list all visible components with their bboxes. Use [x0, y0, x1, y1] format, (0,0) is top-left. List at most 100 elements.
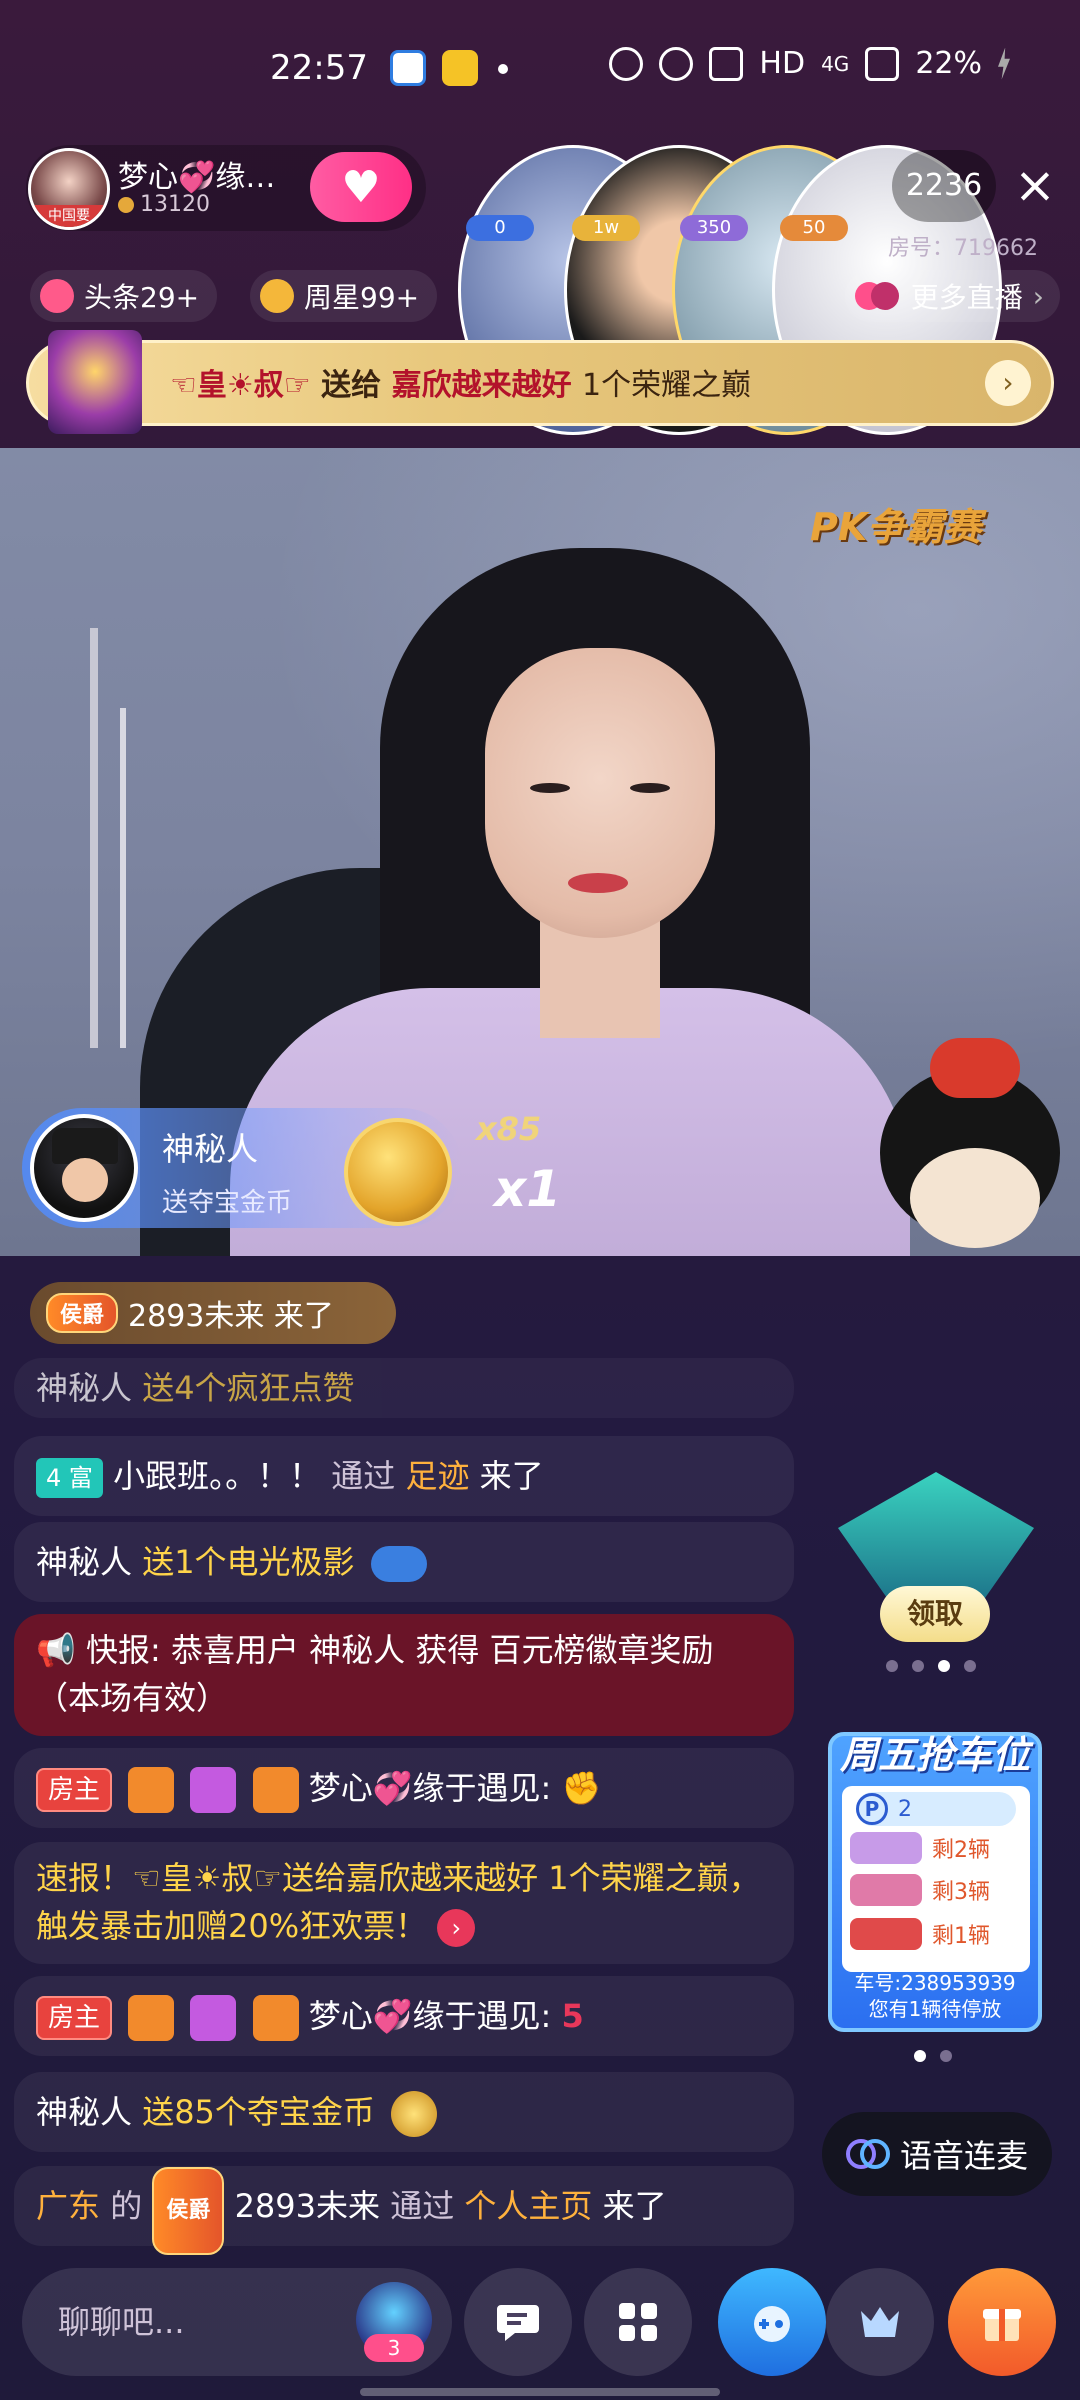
chat-tail: 来了 — [479, 1457, 544, 1495]
mute-icon — [609, 46, 644, 81]
card-pager — [914, 2050, 952, 2062]
fan-badge-count: 3 — [364, 2334, 424, 2362]
game-button[interactable] — [718, 2268, 826, 2376]
wealth-level-badge: 4 富 — [36, 1458, 103, 1498]
chat-via: 通过 — [390, 2187, 455, 2225]
chat-message[interactable]: 神秘人 送1个电光极影 — [14, 1522, 794, 1602]
car-row: 剩3辆 — [850, 1874, 990, 1906]
apps-grid-button[interactable] — [584, 2268, 692, 2376]
gift-sender-avatar[interactable] — [30, 1114, 138, 1222]
home-indicator[interactable] — [360, 2388, 720, 2396]
more-live-button[interactable]: 更多直播 › — [844, 270, 1060, 322]
express-news-message[interactable]: 速报！☜皇☀叔☞送给嘉欣越来越好 1个荣耀之巅，触发暴击加赠20%狂欢票！ › — [14, 1842, 794, 1964]
coin-icon — [118, 196, 134, 213]
bicycle-icon — [850, 1918, 922, 1950]
flash-news-message[interactable]: 📢 快报: 恭喜用户 神秘人 获得 百元榜徽章奖励（本场有效） — [14, 1614, 794, 1736]
app-notification-icon-2 — [442, 50, 478, 86]
streamer-eye — [630, 783, 670, 793]
network-label: HD — [759, 46, 806, 81]
viewer-avatar-3[interactable]: 350 — [672, 145, 902, 435]
host-coins: 13120 — [118, 192, 210, 217]
entry-notice: 侯爵 2893未来 来了 — [30, 1282, 396, 1344]
message-button[interactable] — [464, 2268, 572, 2376]
banner-gift: 1个荣耀之巅 — [582, 368, 752, 403]
pager-dot-active — [914, 2050, 926, 2062]
pager-dot — [940, 2050, 952, 2062]
host-avatar-tag: 中国要 — [31, 205, 107, 227]
car-waiting: 您有1辆待停放 — [868, 1997, 1002, 2021]
car-row: 剩2辆 — [850, 1832, 990, 1864]
viewer-badge: 0 — [466, 215, 534, 241]
guard-icon — [190, 1995, 237, 2041]
gift-button[interactable] — [948, 2268, 1056, 2376]
viewer-avatar-4[interactable]: 50 — [772, 145, 1002, 435]
chat-message[interactable]: 4 富 小跟班。。！！ 通过 足迹 来了 — [14, 1436, 794, 1516]
host-avatar[interactable]: 中国要 — [28, 148, 110, 230]
viewer-avatar-2[interactable]: 1w — [564, 145, 794, 435]
flame-icon — [40, 279, 74, 313]
host-name: 梦心💞缘… — [118, 160, 276, 195]
link-rings-icon — [845, 2139, 890, 2169]
app-notification-icon — [390, 50, 426, 86]
follow-heart-button[interactable]: ♥ — [310, 152, 412, 222]
chat-message[interactable]: 广东 的 侯爵 2893未来 通过 个人主页 来了 — [14, 2166, 794, 2255]
chat-message[interactable]: 房主 梦心💞缘于遇见: ✊ — [14, 1748, 794, 1828]
online-count[interactable]: 2236 — [892, 150, 996, 222]
chat-message[interactable]: 神秘人 送4个疯狂点赞 — [14, 1358, 794, 1418]
status-time: 22:57 — [270, 48, 368, 88]
stand — [120, 708, 126, 1048]
car-remaining: 剩2辆 — [932, 1838, 990, 1863]
gift-combo: x1 — [494, 1160, 562, 1218]
banner-text: ☜皇☀叔☞ 送给 嘉欣越来越好 1个荣耀之巅 — [170, 360, 751, 404]
pager-dot — [886, 1660, 898, 1672]
headline-label: 头条29+ — [84, 281, 200, 314]
chat-message[interactable]: 神秘人 送85个夺宝金币 — [14, 2072, 794, 2152]
car-remaining: 剩1辆 — [932, 1924, 990, 1949]
noble-button[interactable] — [826, 2268, 934, 2376]
parking-value: 2 — [898, 1796, 912, 1822]
voice-link-label: 语音连麦 — [899, 2137, 1028, 2175]
chat-user: 梦心💞缘于遇见: — [308, 1997, 552, 2035]
claim-button[interactable]: 领取 — [880, 1586, 990, 1642]
parking-icon: P — [856, 1793, 888, 1825]
lightning-gift-icon — [370, 1546, 427, 1582]
banner-arrow-button[interactable]: › — [985, 360, 1031, 406]
chat-text: 送4个疯狂点赞 — [142, 1369, 355, 1407]
streamer-eye — [530, 783, 570, 793]
medal-icon — [128, 1995, 175, 2041]
chat-user: 小跟班。。！！ — [113, 1457, 322, 1495]
chevron-right-icon: › — [1032, 279, 1044, 313]
marquis-badge: 侯爵 — [46, 1293, 119, 1333]
chat-user: 神秘人 — [36, 2093, 133, 2131]
close-icon[interactable]: × — [1010, 160, 1060, 210]
viewer-avatar-1[interactable]: 0 — [458, 145, 688, 435]
viewer-badge: 50 — [780, 215, 848, 241]
chat-user: 梦心💞缘于遇见: — [308, 1769, 552, 1807]
voice-link-button[interactable]: 语音连麦 — [822, 2112, 1052, 2196]
gift-total: x85 — [476, 1110, 542, 1148]
marquis-badge: 侯爵 — [152, 2167, 225, 2255]
pk-logo: PK争霸赛 — [810, 505, 982, 549]
car-footer: 车号:238953939 您有1辆待停放 — [836, 1970, 1034, 2022]
go-arrow-button[interactable]: › — [437, 1909, 476, 1947]
chat-region: 广东 — [36, 2187, 101, 2225]
gold-coin-icon — [344, 1118, 452, 1226]
plush-toy-bow — [930, 1038, 1020, 1098]
fan-badge-icon[interactable]: 3 — [356, 2282, 432, 2362]
streamer-face — [485, 648, 715, 938]
crown-icon — [861, 2307, 899, 2337]
chat-message[interactable]: 房主 梦心💞缘于遇见: 5 — [14, 1976, 794, 2056]
chat-user: 神秘人 — [36, 1543, 133, 1581]
star-icon — [260, 279, 294, 313]
shield-icon — [252, 1995, 299, 2041]
face-icon — [62, 1158, 108, 1202]
chat-via: 通过 — [331, 1457, 396, 1495]
guard-icon — [190, 1767, 237, 1813]
chat-text: 送1个电光极影 — [142, 1543, 355, 1581]
gift-action: 送夺宝金币 — [162, 1188, 293, 1218]
headline-chip[interactable]: 头条29+ — [30, 270, 218, 322]
motorcycle-icon — [850, 1874, 922, 1906]
chat-user: 2893未来 — [234, 2187, 381, 2225]
trophy-icon — [48, 330, 142, 434]
weekly-star-chip[interactable]: 周星99+ — [250, 270, 438, 322]
